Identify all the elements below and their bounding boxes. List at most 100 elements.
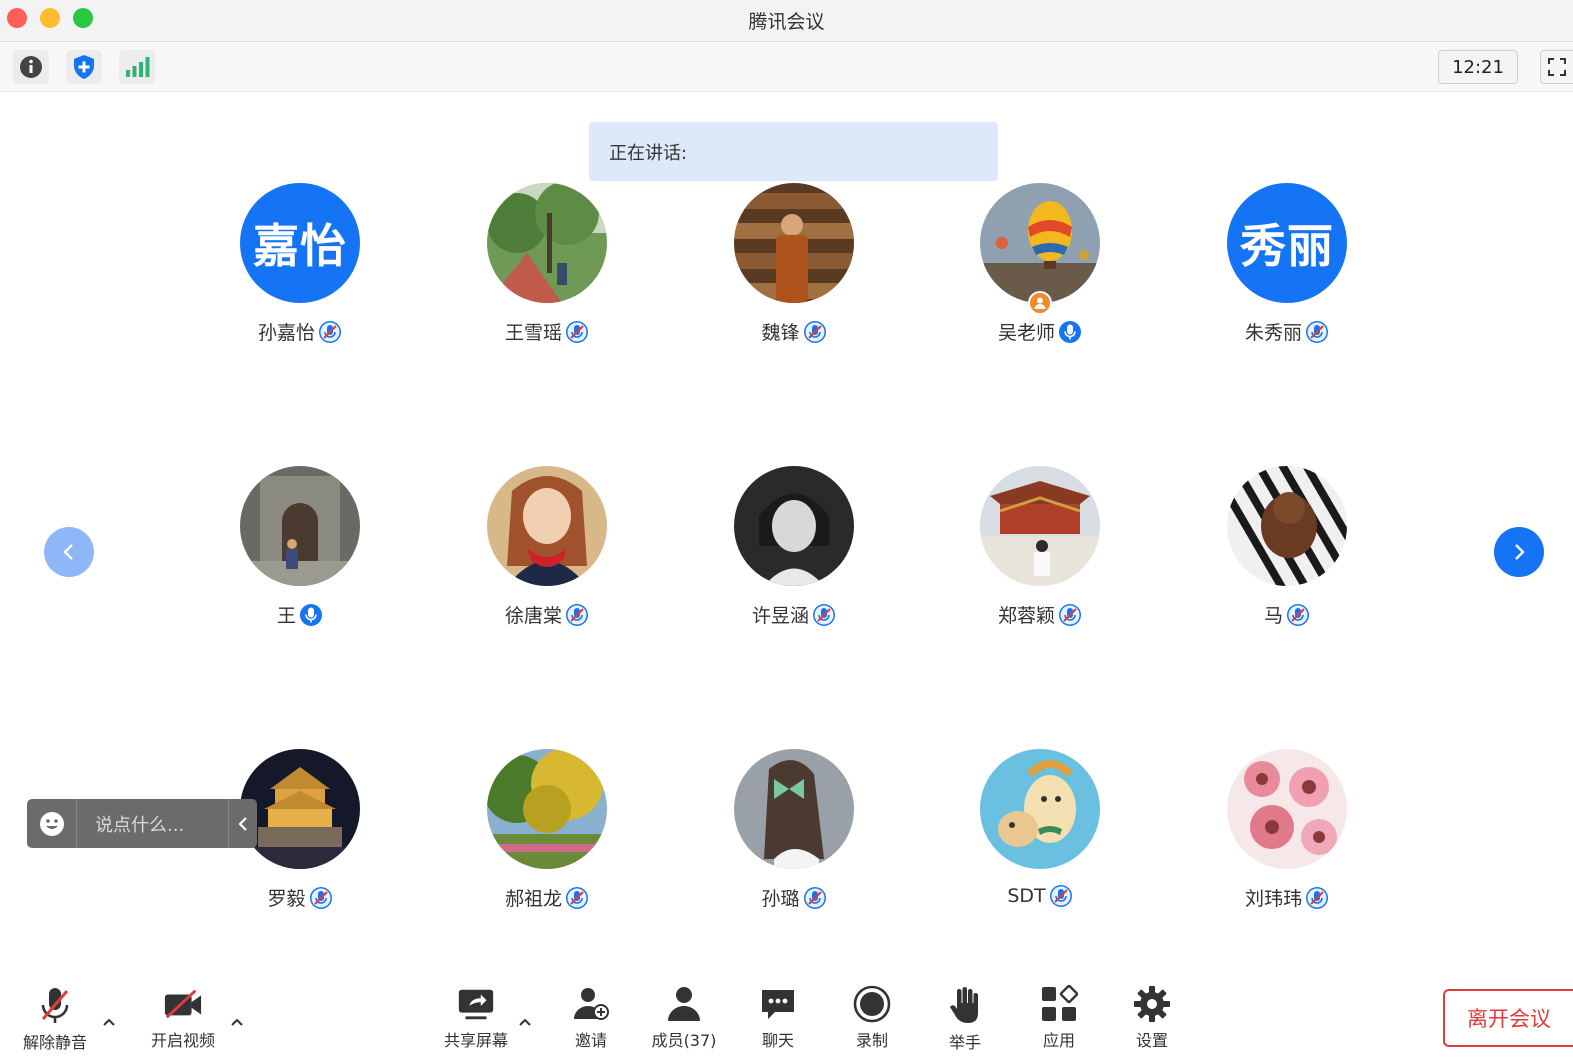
avatar bbox=[1227, 466, 1347, 586]
avatar bbox=[487, 183, 607, 303]
participant-tile[interactable]: 王雪瑶 bbox=[447, 183, 647, 353]
participant-name-row: 王雪瑶 bbox=[447, 318, 647, 345]
apps-grid-icon bbox=[1042, 985, 1078, 1021]
chevron-up-icon bbox=[519, 1018, 531, 1026]
mic-muted-icon bbox=[318, 320, 342, 344]
meeting-info-button[interactable] bbox=[13, 50, 49, 84]
mic-muted-icon bbox=[1305, 320, 1329, 344]
participant-tile[interactable]: 魏锋 bbox=[694, 183, 894, 353]
mic-muted-icon bbox=[812, 603, 836, 627]
participant-tile[interactable]: 秀丽 朱秀丽 bbox=[1187, 183, 1387, 353]
chevron-left-icon bbox=[63, 544, 73, 560]
user-icon bbox=[1034, 297, 1046, 309]
leave-meeting-button[interactable]: 离开会议 bbox=[1443, 989, 1573, 1047]
chat-label: 聊天 bbox=[761, 1031, 794, 1050]
raise-hand-button[interactable]: 举手 bbox=[925, 985, 1005, 1052]
mic-on-icon bbox=[1058, 320, 1082, 344]
participant-tile[interactable]: 嘉怡 孙嘉怡 bbox=[200, 183, 400, 353]
settings-label: 设置 bbox=[1135, 1031, 1168, 1050]
invite-button[interactable]: 邀请 bbox=[551, 985, 631, 1051]
participant-name-row: 许昱涵 bbox=[694, 601, 894, 628]
security-button[interactable] bbox=[66, 50, 102, 84]
participant-name-row: 郝祖龙 bbox=[447, 884, 647, 911]
next-page-button[interactable] bbox=[1494, 527, 1544, 577]
record-label: 录制 bbox=[855, 1031, 888, 1050]
participant-name: 郝祖龙 bbox=[504, 888, 562, 910]
chat-button[interactable]: 聊天 bbox=[738, 985, 818, 1051]
speaking-indicator: 正在讲话: bbox=[589, 122, 998, 181]
window-title: 腾讯会议 bbox=[748, 11, 825, 33]
mic-muted-icon bbox=[565, 320, 589, 344]
participant-tile[interactable]: 刘玮玮 bbox=[1187, 749, 1387, 919]
participant-name: 孙嘉怡 bbox=[257, 322, 315, 344]
meeting-info-bar: 12:21 bbox=[0, 43, 1573, 92]
info-icon bbox=[20, 56, 42, 78]
participant-tile[interactable]: 吴老师 bbox=[940, 183, 1140, 353]
participant-name: 朱秀丽 bbox=[1244, 322, 1302, 344]
avatar bbox=[734, 466, 854, 586]
avatar bbox=[240, 466, 360, 586]
participant-name: 马 bbox=[1263, 605, 1283, 627]
share-options-button[interactable] bbox=[516, 1013, 534, 1031]
share-screen-label: 共享屏幕 bbox=[443, 1031, 508, 1050]
participant-name-row: SDT bbox=[940, 884, 1140, 908]
user-icon bbox=[668, 987, 700, 1021]
chat-input[interactable]: 说点什么... bbox=[77, 799, 229, 848]
members-button[interactable]: 成员(37) bbox=[644, 985, 724, 1051]
participant-tile[interactable]: SDT bbox=[940, 749, 1140, 919]
avatar: 秀丽 bbox=[1227, 183, 1347, 303]
start-video-button[interactable]: 开启视频 bbox=[143, 985, 223, 1051]
avatar bbox=[487, 749, 607, 869]
mic-muted-icon bbox=[565, 603, 589, 627]
unmute-button[interactable]: 解除静音 bbox=[15, 985, 95, 1052]
participant-name: 王雪瑶 bbox=[504, 322, 562, 344]
speaking-label: 正在讲话: bbox=[609, 142, 688, 164]
fullscreen-icon bbox=[1548, 58, 1566, 76]
mic-muted-icon bbox=[565, 886, 589, 910]
chevron-right-icon bbox=[1515, 544, 1525, 560]
participant-tile[interactable]: 郑蓉颖 bbox=[940, 466, 1140, 636]
network-status-button[interactable] bbox=[119, 50, 155, 84]
mic-muted-icon bbox=[1305, 886, 1329, 910]
chevron-left-icon bbox=[238, 816, 247, 831]
participant-name-row: 朱秀丽 bbox=[1187, 318, 1387, 345]
emoji-button[interactable] bbox=[27, 799, 77, 848]
avatar bbox=[734, 183, 854, 303]
gear-icon bbox=[1134, 986, 1170, 1022]
participant-name: 吴老师 bbox=[997, 322, 1055, 344]
avatar bbox=[487, 466, 607, 586]
unmute-label: 解除静音 bbox=[22, 1033, 87, 1052]
participant-tile[interactable]: 马 bbox=[1187, 466, 1387, 636]
audio-options-button[interactable] bbox=[100, 1013, 118, 1031]
participant-name-row: 吴老师 bbox=[940, 318, 1140, 345]
host-badge bbox=[1028, 291, 1052, 315]
meeting-clock: 12:21 bbox=[1438, 50, 1518, 84]
mic-muted-icon bbox=[1049, 884, 1073, 908]
participant-name: 许昱涵 bbox=[751, 605, 809, 627]
mic-muted-icon bbox=[1286, 603, 1310, 627]
signal-bars-icon bbox=[126, 57, 150, 77]
video-options-button[interactable] bbox=[228, 1013, 246, 1031]
previous-page-button[interactable] bbox=[44, 527, 94, 577]
participant-tile[interactable]: 徐唐棠 bbox=[447, 466, 647, 636]
participant-tile[interactable]: 王 bbox=[200, 466, 400, 636]
mic-muted-icon bbox=[803, 886, 827, 910]
participant-name-row: 孙璐 bbox=[694, 884, 894, 911]
add-user-icon bbox=[574, 988, 609, 1020]
avatar bbox=[240, 749, 360, 869]
participant-tile[interactable]: 许昱涵 bbox=[694, 466, 894, 636]
shield-icon bbox=[74, 55, 94, 79]
collapse-chat-button[interactable] bbox=[229, 815, 257, 833]
participant-name-row: 魏锋 bbox=[694, 318, 894, 345]
share-screen-button[interactable]: 共享屏幕 bbox=[436, 985, 516, 1051]
chat-bubble-icon bbox=[762, 990, 794, 1019]
mic-muted-icon bbox=[803, 320, 827, 344]
apps-button[interactable]: 应用 bbox=[1019, 985, 1099, 1051]
settings-button[interactable]: 设置 bbox=[1112, 985, 1192, 1051]
avatar bbox=[980, 749, 1100, 869]
record-button[interactable]: 录制 bbox=[832, 985, 912, 1051]
participant-tile[interactable]: 孙璐 bbox=[694, 749, 894, 919]
fullscreen-button[interactable] bbox=[1540, 50, 1573, 84]
mic-muted-icon bbox=[309, 886, 333, 910]
participant-tile[interactable]: 郝祖龙 bbox=[447, 749, 647, 919]
